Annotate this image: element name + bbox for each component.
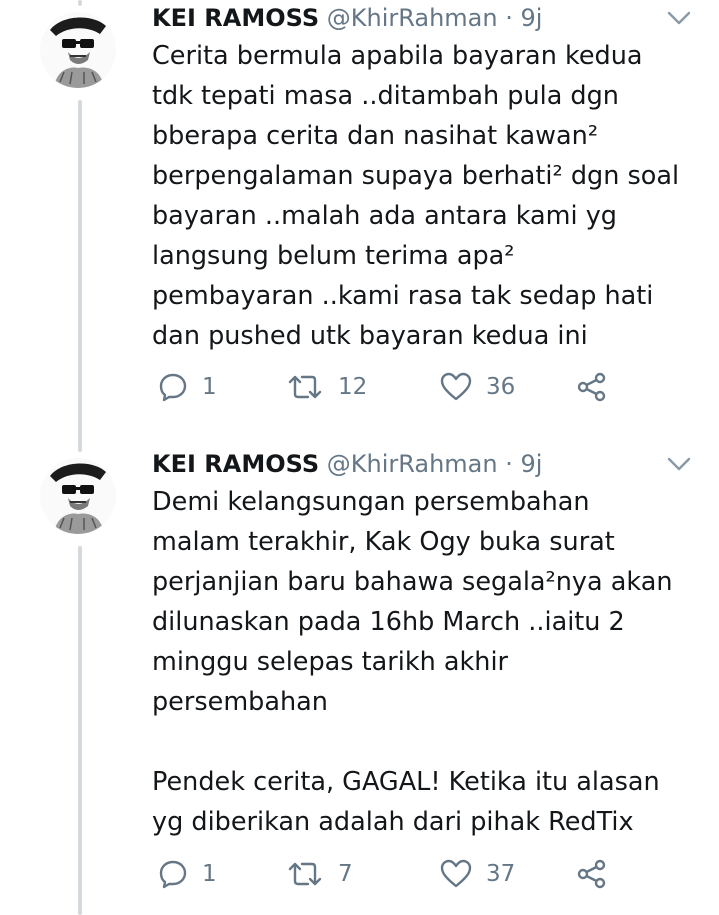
reply-count: 1 — [202, 374, 217, 400]
tweet-header: KEI RAMOSS @KhirRahman · 9j — [152, 0, 542, 36]
reply-count: 1 — [202, 861, 217, 887]
action-bar: 1 12 36 — [158, 370, 618, 404]
like-count: 36 — [486, 374, 516, 400]
retweet-icon — [288, 862, 322, 886]
tweet-menu-button[interactable] — [666, 8, 692, 28]
share-button[interactable] — [576, 370, 608, 404]
retweet-button[interactable]: 7 — [286, 857, 353, 891]
tweet-header: KEI RAMOSS @KhirRahman · 9j — [152, 446, 542, 482]
handle[interactable]: @KhirRahman — [327, 4, 498, 32]
reply-button[interactable]: 1 — [158, 370, 217, 404]
display-name[interactable]: KEI RAMOSS — [152, 450, 319, 478]
handle[interactable]: @KhirRahman — [327, 450, 498, 478]
share-icon — [577, 859, 606, 889]
timestamp[interactable]: 9j — [521, 450, 543, 478]
retweet-button[interactable]: 12 — [286, 370, 367, 404]
separator: · — [505, 4, 513, 32]
display-name[interactable]: KEI RAMOSS — [152, 4, 319, 32]
retweet-count: 7 — [338, 861, 353, 887]
heart-icon — [440, 372, 472, 401]
heart-icon — [440, 859, 472, 888]
retweet-icon — [288, 375, 322, 399]
retweet-count: 12 — [338, 374, 368, 400]
reply-button[interactable]: 1 — [158, 857, 217, 891]
reply-icon — [159, 373, 187, 402]
avatar-icon — [40, 12, 116, 88]
timestamp[interactable]: 9j — [521, 4, 543, 32]
share-button[interactable] — [576, 857, 608, 891]
share-icon — [577, 372, 606, 402]
separator: · — [505, 450, 513, 478]
like-button[interactable]: 37 — [440, 857, 515, 891]
chevron-down-icon — [667, 11, 691, 25]
like-button[interactable]: 36 — [440, 370, 515, 404]
tweet-text: Cerita bermula apabila bayaran kedua tdk… — [152, 41, 680, 351]
avatar[interactable] — [40, 458, 116, 534]
reply-icon — [159, 860, 187, 889]
tweet-text: Demi kelangsungan persembahan malam tera… — [152, 487, 673, 837]
action-bar: 1 7 37 — [158, 857, 618, 891]
tweet[interactable]: KEI RAMOSS @KhirRahman · 9j Cerita bermu… — [0, 0, 719, 420]
avatar[interactable] — [40, 12, 116, 88]
chevron-down-icon — [667, 457, 691, 471]
tweet[interactable]: KEI RAMOSS @KhirRahman · 9j Demi kelangs… — [0, 446, 719, 915]
avatar-icon — [40, 458, 116, 534]
like-count: 37 — [486, 861, 516, 887]
tweet-menu-button[interactable] — [666, 454, 692, 474]
